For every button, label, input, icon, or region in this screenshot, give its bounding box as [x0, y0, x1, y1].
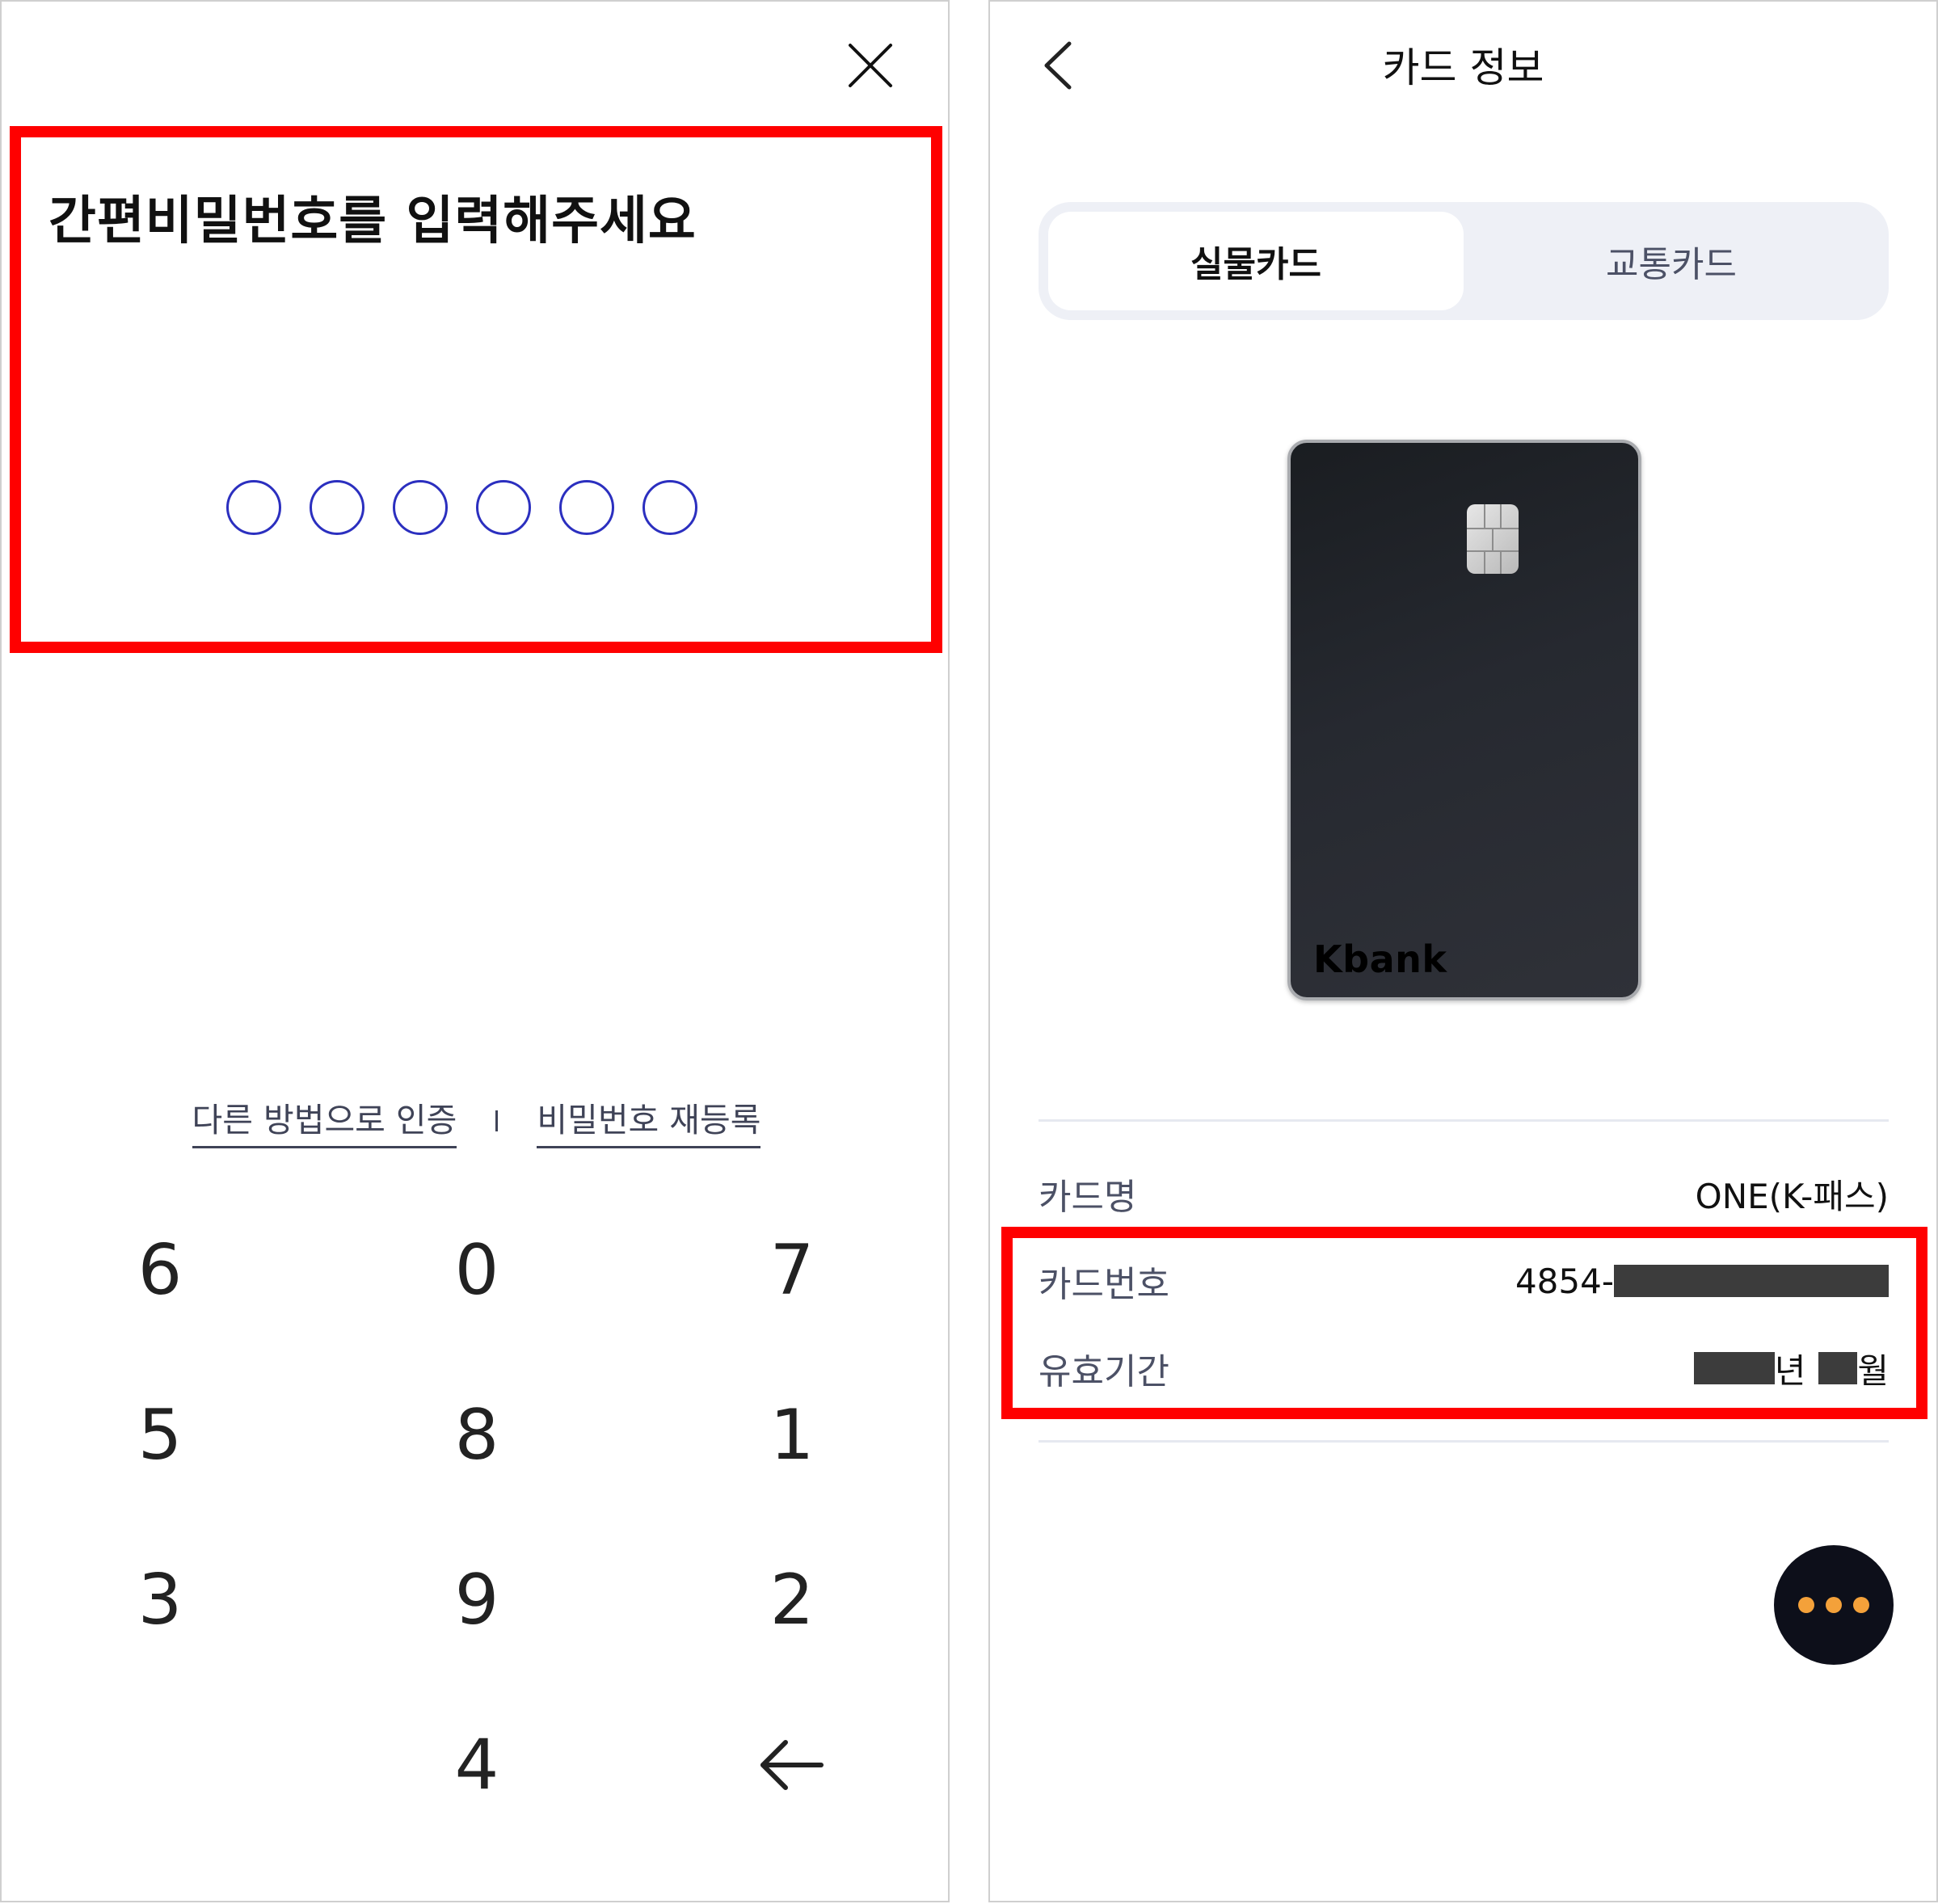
- pin-dot: [476, 480, 531, 535]
- alternative-links: 다른 방법으로 인증 비밀번호 재등록: [2, 1093, 951, 1148]
- pin-dot: [393, 480, 448, 535]
- key-button[interactable]: 5: [79, 1371, 241, 1500]
- pin-dot: [226, 480, 281, 535]
- card-name-label: 카드명: [1039, 1177, 1137, 1218]
- redacted-expiry-month: [1818, 1352, 1858, 1384]
- divider: [1039, 1440, 1889, 1443]
- key-button[interactable]: 8: [396, 1371, 558, 1500]
- tab-physical-card[interactable]: 실물카드: [1048, 212, 1464, 310]
- backspace-arrow-icon: [760, 1740, 824, 1790]
- divider: [1039, 1119, 1889, 1122]
- card-brand-logo: Kbank: [1313, 937, 1447, 981]
- card-number-prefix: 4854-: [1515, 1261, 1614, 1301]
- close-button[interactable]: [842, 37, 899, 94]
- key-button[interactable]: 6: [79, 1206, 241, 1335]
- key-button[interactable]: 4: [396, 1700, 558, 1830]
- key-button[interactable]: 1: [711, 1371, 873, 1500]
- pin-dot: [642, 480, 697, 535]
- more-button[interactable]: [1774, 1545, 1894, 1665]
- pin-indicator: [226, 480, 697, 535]
- more-dots-icon: [1853, 1597, 1869, 1613]
- expiry-value: 년 월: [1693, 1344, 1889, 1393]
- key-button[interactable]: 9: [396, 1535, 558, 1665]
- link-separator: [495, 1110, 499, 1131]
- pin-title: 간편비밀번호를 입력해주세요: [48, 192, 697, 251]
- expiry-month-suffix: 월: [1857, 1350, 1889, 1391]
- redacted-expiry-year: [1693, 1352, 1775, 1384]
- key-button[interactable]: 0: [396, 1206, 558, 1335]
- card-type-tabs: 실물카드 교통카드: [1039, 202, 1889, 320]
- card-number-row: 카드번호 4854-: [1039, 1253, 1889, 1309]
- pin-dot: [310, 480, 364, 535]
- alt-auth-link[interactable]: 다른 방법으로 인증: [192, 1093, 457, 1148]
- redacted-card-number: [1614, 1265, 1889, 1297]
- close-icon: [849, 44, 892, 87]
- expiry-row: 유효기간 년 월: [1039, 1340, 1889, 1396]
- more-dots-icon: [1826, 1597, 1842, 1613]
- expiry-year-suffix: 년: [1774, 1350, 1806, 1391]
- card-name-row: 카드명 ONE(K-패스): [1039, 1165, 1889, 1222]
- card-image: Kbank: [1287, 440, 1641, 1000]
- card-number-label: 카드번호: [1039, 1264, 1169, 1305]
- more-dots-icon: [1798, 1597, 1814, 1613]
- pin-entry-screen: 간편비밀번호를 입력해주세요 다른 방법으로 인증 비밀번호 재등록 6 0 7…: [0, 0, 950, 1902]
- expiry-label: 유효기간: [1039, 1351, 1169, 1392]
- page-title: 카드 정보: [1382, 44, 1544, 91]
- card-name-value: ONE(K-패스): [1695, 1176, 1889, 1216]
- card-number-value: 4854-: [1515, 1262, 1889, 1301]
- chip-lines-icon: [1467, 504, 1519, 574]
- key-button[interactable]: 7: [711, 1206, 873, 1335]
- tab-transit-card[interactable]: 교통카드: [1464, 212, 1879, 310]
- pin-dot: [559, 480, 614, 535]
- card-chip: [1467, 504, 1519, 574]
- key-button[interactable]: 2: [711, 1535, 873, 1665]
- key-button[interactable]: 3: [79, 1535, 241, 1665]
- card-info-screen: 카드 정보 실물카드 교통카드 Kbank 카드명 ONE(K-패스) 카드번호…: [988, 0, 1938, 1902]
- backspace-button[interactable]: [711, 1700, 873, 1830]
- reset-pin-link[interactable]: 비밀번호 재등록: [537, 1093, 761, 1148]
